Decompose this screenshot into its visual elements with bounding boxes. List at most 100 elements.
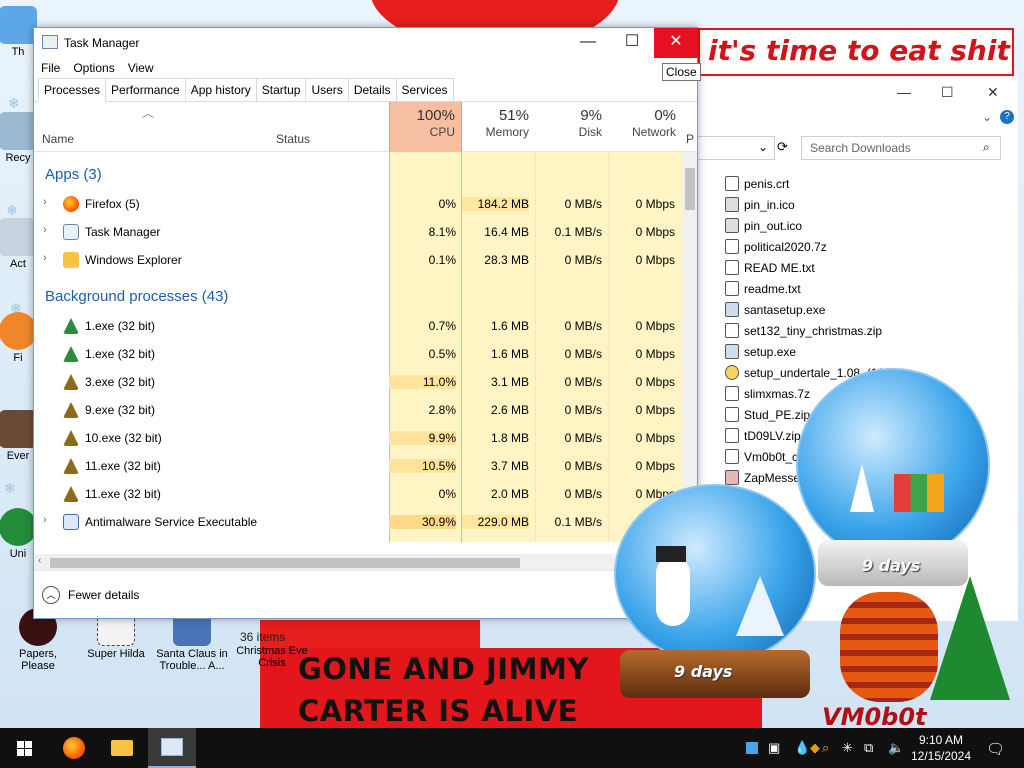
search-icon[interactable]: ⌕ (822, 740, 829, 756)
water-drop-icon[interactable]: 💧 (794, 740, 810, 756)
certificate-icon (725, 176, 739, 191)
clock[interactable]: 9:10 AM 12/15/2024 (908, 732, 974, 764)
table-row[interactable]: › Task Manager 8.1% 16.4 MB 0.1 MB/s 0 M… (34, 218, 682, 246)
address-bar[interactable]: ⌄ (697, 136, 775, 160)
archive-icon (725, 386, 739, 401)
file-item[interactable]: pin_out.ico (725, 215, 891, 236)
table-row[interactable]: 9.exe (32 bit) 2.8% 2.6 MB 0 MB/s 0 Mbps (34, 396, 682, 424)
menu-view[interactable]: View (128, 58, 154, 78)
search-icon[interactable]: ⌕ (983, 140, 990, 155)
tray-app-icon[interactable] (746, 742, 758, 754)
snowman-hat-graphic (656, 546, 686, 562)
taskbar-file-explorer[interactable] (98, 728, 146, 768)
table-row[interactable]: 11.exe (32 bit) 0% 2.0 MB 0 MB/s 0 Mbps (34, 480, 682, 508)
file-item[interactable]: pin_in.ico (725, 194, 891, 215)
tab-processes[interactable]: Processes (38, 78, 107, 102)
minimize-icon[interactable]: — (897, 84, 911, 100)
column-header-row: ︿ Name Status 100% CPU 51% Memory 9% Dis… (34, 102, 697, 152)
taskbar-task-manager[interactable] (148, 728, 196, 768)
taskbar: ▣ 💧 ◆ ⌕ ✳ ⧉ 🔈 9:10 AM 12/15/2024 🗨 (0, 728, 1024, 768)
close-button[interactable]: ✕ (654, 28, 698, 58)
taskbar-firefox[interactable] (50, 728, 98, 768)
column-memory[interactable]: 51% Memory (462, 102, 535, 152)
refresh-icon[interactable]: ⟳ (777, 139, 788, 155)
chevron-right-icon[interactable]: › (43, 514, 47, 526)
tab-users[interactable]: Users (305, 78, 349, 101)
christmas-tree-icon (63, 374, 79, 390)
gift-boxes-graphic (894, 474, 944, 512)
chevron-right-icon[interactable]: › (43, 196, 47, 208)
days-counter-large: 9 days (862, 556, 921, 575)
folder-icon (111, 740, 133, 756)
search-input[interactable]: Search Downloads (801, 136, 1001, 160)
column-disk[interactable]: 9% Disk (535, 102, 608, 152)
christmas-tree-icon (63, 430, 79, 446)
table-row[interactable]: › Windows Explorer 0.1% 28.3 MB 0 MB/s 0… (34, 246, 682, 274)
file-item[interactable]: READ ME.txt (725, 257, 891, 278)
executable-icon (725, 470, 739, 485)
chevron-left-icon[interactable]: ‹ (38, 555, 41, 566)
icon-file-icon (725, 197, 739, 212)
table-row[interactable]: 10.exe (32 bit) 9.9% 1.8 MB 0 MB/s 0 Mbp… (34, 424, 682, 452)
notifications-icon[interactable]: 🗨 (986, 740, 1005, 758)
christmas-tree-icon (63, 402, 79, 418)
clock-date: 12/15/2024 (910, 749, 972, 763)
help-icon[interactable]: ? (1000, 110, 1014, 124)
desktop-icon-christmas-eve-crisis[interactable]: Christmas Eve Crisis (236, 645, 308, 669)
tab-startup[interactable]: Startup (255, 78, 307, 101)
table-row[interactable]: 1.exe (32 bit) 0.7% 1.6 MB 0 MB/s 0 Mbps (34, 312, 682, 340)
vertical-scrollbar[interactable] (682, 152, 697, 542)
maximize-icon[interactable]: ☐ (941, 84, 954, 101)
menu-options[interactable]: Options (73, 58, 114, 78)
banner-line-1: GONE AND JIMMY (298, 652, 589, 686)
table-row[interactable]: 3.exe (32 bit) 11.0% 3.1 MB 0 MB/s 0 Mbp… (34, 368, 682, 396)
file-item[interactable]: penis.crt (725, 173, 891, 194)
executable-icon (725, 344, 739, 359)
file-item[interactable]: set132_tiny_christmas.zip (725, 320, 891, 341)
column-name[interactable]: Name (42, 132, 74, 146)
menu-file[interactable]: File (41, 58, 60, 78)
close-icon[interactable]: ✕ (987, 84, 999, 101)
file-item[interactable]: political2020.7z (725, 236, 891, 257)
tab-details[interactable]: Details (347, 78, 397, 101)
tray-app-icon[interactable]: ◆ (810, 740, 820, 756)
process-list: Apps (3) › Firefox (5) 0% 184.2 MB 0 MB/… (34, 152, 697, 542)
file-item[interactable]: readme.txt (725, 278, 891, 299)
file-item[interactable]: santasetup.exe (725, 299, 891, 320)
chevron-up-icon[interactable]: ︿ (42, 586, 60, 604)
scrollbar-thumb[interactable] (50, 558, 520, 568)
start-button[interactable] (0, 728, 48, 768)
volume-icon[interactable]: 🔈 (888, 740, 904, 756)
archive-icon (725, 407, 739, 422)
horizontal-scrollbar[interactable]: ‹ (34, 554, 682, 571)
table-row[interactable]: › Firefox (5) 0% 184.2 MB 0 MB/s 0 Mbps (34, 190, 682, 218)
text-file-icon (725, 260, 739, 275)
column-power-usage[interactable]: P (686, 132, 694, 146)
table-row[interactable]: 11.exe (32 bit) 10.5% 3.7 MB 0 MB/s 0 Mb… (34, 452, 682, 480)
snowflake-icon[interactable]: ✳ (842, 740, 853, 756)
column-network[interactable]: 0% Network (608, 102, 682, 152)
column-status[interactable]: Status (276, 132, 310, 146)
chevron-right-icon[interactable]: › (43, 224, 47, 236)
tray-app-icon[interactable]: ▣ (768, 740, 780, 756)
minimize-button[interactable]: — (566, 28, 610, 58)
chevron-down-icon[interactable]: ⌄ (982, 110, 992, 124)
table-row[interactable]: › Antimalware Service Executable 30.9% 2… (34, 508, 682, 536)
column-cpu[interactable]: 100% CPU (389, 102, 462, 152)
chevron-right-icon[interactable]: › (43, 252, 47, 264)
text-file-icon (725, 281, 739, 296)
chevron-down-icon[interactable]: ⌄ (758, 140, 768, 154)
tab-bar: Processes Performance App history Startu… (34, 78, 697, 102)
network-icon[interactable]: ⧉ (864, 740, 873, 756)
table-row[interactable]: 1.exe (32 bit) 0.5% 1.6 MB 0 MB/s 0 Mbps (34, 340, 682, 368)
scrollbar-thumb[interactable] (685, 168, 695, 210)
tab-services[interactable]: Services (395, 78, 454, 101)
title-bar[interactable]: Task Manager — ☐ ✕ (34, 28, 698, 58)
window-title: Task Manager (64, 36, 140, 50)
fewer-details-link[interactable]: Fewer details (68, 588, 139, 602)
maximize-button[interactable]: ☐ (610, 28, 654, 58)
tab-performance[interactable]: Performance (105, 78, 186, 101)
tab-app-history[interactable]: App history (184, 78, 257, 101)
file-item[interactable]: setup.exe (725, 341, 891, 362)
christmas-tree-icon (63, 318, 79, 334)
